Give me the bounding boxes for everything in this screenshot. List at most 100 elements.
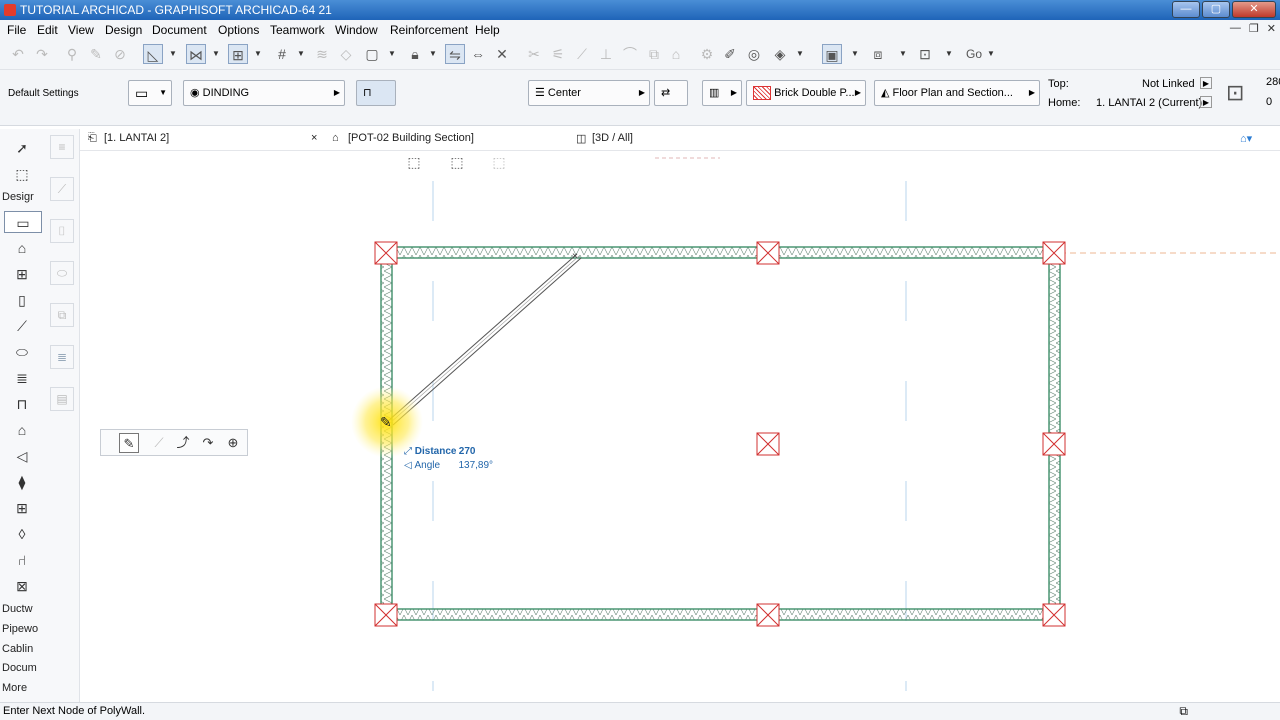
more-label[interactable]: More [2, 682, 27, 694]
top-value[interactable]: Not Linked [1142, 78, 1195, 90]
snap-points-icon[interactable]: ⊞ [228, 44, 248, 64]
inject-icon[interactable]: ✎ [86, 44, 106, 64]
redo-icon[interactable]: ↷ [32, 44, 52, 64]
shell-tool-icon[interactable]: ◁ [10, 445, 34, 467]
mdi-restore-icon[interactable]: ❐ [1249, 22, 1259, 35]
mdi-close-icon[interactable]: ✕ [1267, 22, 1276, 35]
chevron-down-icon[interactable]: ▼ [850, 44, 860, 64]
trace-reference-icon[interactable]: ▢ [362, 44, 382, 64]
magic-wand-icon[interactable]: ✐ [720, 44, 740, 64]
door-tool-icon[interactable]: ⌂ [10, 237, 34, 259]
lock-icon[interactable]: 🔒︎ [405, 44, 425, 64]
chevron-down-icon[interactable]: ▼ [168, 44, 178, 64]
selection-icon[interactable]: ✕ [492, 44, 512, 64]
height-value[interactable]: 280 [1266, 76, 1280, 88]
tab-3d-all[interactable]: [3D / All] [592, 132, 633, 144]
pipework-label[interactable]: Pipewo [2, 623, 38, 635]
arc-add-node-icon[interactable]: ⊕ [223, 433, 243, 453]
grid-snap-icon[interactable]: # [272, 44, 292, 64]
guide-lines-icon[interactable]: ◺ [143, 44, 163, 64]
explode-icon[interactable]: ⌂ [666, 44, 686, 64]
tab-lantai-2[interactable]: [1. LANTAI 2] [104, 132, 169, 144]
floor-plan-canvas[interactable]: × ✎ [80, 151, 1280, 702]
elevate-icon[interactable]: ⚙ [697, 44, 717, 64]
view-scope-select[interactable]: ◭ Floor Plan and Section... ▶ [874, 80, 1040, 106]
zone-tool-icon[interactable]: ⊠ [10, 575, 34, 597]
layer-select[interactable]: ◉ DINDING ▶ [183, 80, 345, 106]
menu-teamwork[interactable]: Teamwork [270, 23, 325, 37]
marquee-tool-icon[interactable]: ⬚ [10, 163, 34, 185]
tab-building-section[interactable]: [POT-02 Building Section] [348, 132, 474, 144]
layout-icon[interactable]: ⊡ [915, 44, 935, 64]
object-tool-icon[interactable]: ⑁ [10, 549, 34, 571]
chevron-down-icon[interactable]: ▼ [428, 44, 438, 64]
angle-value[interactable]: 137,89° [458, 460, 493, 471]
gravity-icon[interactable]: ≋ [312, 44, 332, 64]
minimize-button[interactable]: — [1172, 1, 1200, 18]
chevron-down-icon[interactable]: ▼ [795, 44, 805, 64]
chevron-down-icon[interactable]: ▼ [898, 44, 908, 64]
undo-icon[interactable]: ↶ [8, 44, 28, 64]
layer-combo-icon[interactable]: ▣ [822, 44, 842, 64]
navigator-icon[interactable]: ⌂▾ [1240, 132, 1252, 145]
column-tool-icon[interactable]: ▯ [10, 289, 34, 311]
menu-options[interactable]: Options [218, 23, 259, 37]
go-button[interactable]: Go [962, 44, 986, 64]
structure-type-select[interactable]: ▥ ▶ [702, 80, 742, 106]
chevron-down-icon[interactable]: ▼ [387, 44, 397, 64]
geometry-method-select[interactable]: ▭ ▼ [128, 80, 172, 106]
columns[interactable] [374, 241, 1066, 627]
offset-value[interactable]: 0 [1266, 96, 1272, 108]
cabling-label[interactable]: Cablin [2, 643, 33, 655]
reference-line-select[interactable]: ☰ Center ▶ [528, 80, 650, 106]
railing-tool-icon[interactable]: ⊓ [10, 393, 34, 415]
close-button[interactable]: ✕ [1232, 1, 1276, 18]
beam-tool-icon[interactable]: ⟋ [10, 315, 34, 337]
curtain-wall-tool-icon[interactable]: ⊞ [10, 497, 34, 519]
maximize-button[interactable]: ▢ [1202, 1, 1230, 18]
arrow-tool-icon[interactable]: ➚ [10, 137, 34, 159]
split-icon[interactable]: ⚟ [548, 44, 568, 64]
menu-reinforcement[interactable]: Reinforcement [390, 23, 468, 37]
dimension-icon[interactable]: ⇔ [468, 44, 488, 64]
slab-tool-icon[interactable]: ⬭ [10, 341, 34, 363]
renovation-icon[interactable]: ◈ [770, 44, 790, 64]
home-value[interactable]: 1. LANTAI 2 (Current) [1096, 97, 1202, 109]
menu-view[interactable]: View [68, 23, 94, 37]
menu-document[interactable]: Document [152, 23, 207, 37]
snap-guides-icon[interactable]: ⋈ [186, 44, 206, 64]
distance-value[interactable]: 270 [459, 446, 476, 457]
wall-tool-icon[interactable]: ▭ [4, 211, 42, 233]
polyline-segment-icon[interactable]: ✎ [119, 433, 139, 453]
ruler-icon[interactable]: ⊘ [110, 44, 130, 64]
ductwork-label[interactable]: Ductw [2, 603, 33, 615]
roof-tool-icon[interactable]: ⌂ [10, 419, 34, 441]
menu-help[interactable]: Help [475, 23, 500, 37]
composite-select[interactable]: Brick Double P... ▶ [746, 80, 866, 106]
quick-options-icon[interactable]: ⧉ [1179, 703, 1188, 720]
document-label[interactable]: Docum [2, 662, 37, 674]
window-tool-icon[interactable]: ⊞ [10, 263, 34, 285]
menu-file[interactable]: File [7, 23, 26, 37]
chevron-right-icon[interactable]: ▶ [1200, 77, 1212, 89]
design-label[interactable]: Desigr [2, 191, 34, 203]
menu-design[interactable]: Design [105, 23, 142, 37]
trim-icon[interactable]: ✂ [524, 44, 544, 64]
arc-tangent-icon[interactable]: ↷ [198, 433, 218, 453]
chevron-down-icon[interactable]: ▼ [253, 44, 263, 64]
3d-window-icon[interactable]: ⧈ [868, 44, 888, 64]
menu-window[interactable]: Window [335, 23, 378, 37]
mdi-minimize-icon[interactable]: — [1230, 22, 1241, 35]
mesh-tool-icon[interactable]: ⧫ [10, 471, 34, 493]
menu-edit[interactable]: Edit [37, 23, 58, 37]
tab-close-icon[interactable]: × [311, 132, 317, 144]
stair-tool-icon[interactable]: ≣ [10, 367, 34, 389]
pick-up-icon[interactable]: ⚲ [62, 44, 82, 64]
line-segment-icon[interactable]: ⟋ [149, 433, 169, 453]
offset-icon[interactable]: ⧉ [644, 44, 664, 64]
suspend-groups-icon[interactable]: ⇋ [445, 44, 465, 64]
morph-tool-icon[interactable]: ◊ [10, 523, 34, 545]
chevron-down-icon[interactable]: ▼ [986, 44, 996, 64]
flip-reference-button[interactable]: ⇄ [654, 80, 688, 106]
walls[interactable] [380, 246, 1061, 621]
